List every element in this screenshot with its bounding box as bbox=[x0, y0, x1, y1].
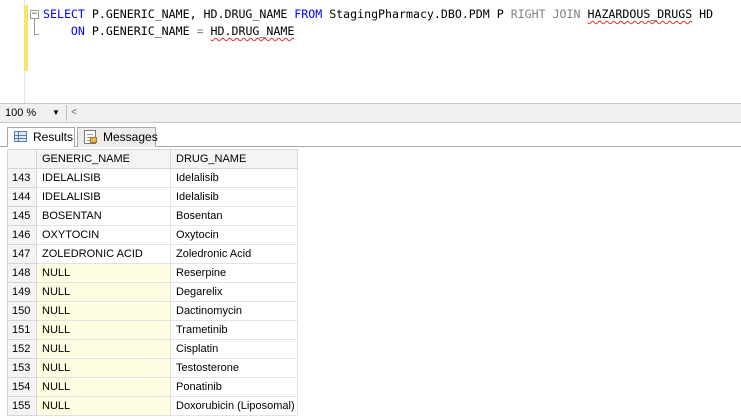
table-row[interactable]: 146 OXYTOCIN Oxytocin bbox=[7, 225, 298, 245]
cell-generic-name[interactable]: NULL bbox=[36, 263, 171, 283]
cell-drug-name[interactable]: Idelalisib bbox=[170, 187, 298, 207]
tab-messages-label: Messages bbox=[103, 130, 158, 144]
row-number[interactable]: 147 bbox=[7, 244, 37, 264]
results-grid-area: GENERIC_NAME DRUG_NAME 143 IDELALISIB Idel… bbox=[0, 147, 741, 419]
row-number[interactable]: 150 bbox=[7, 301, 37, 321]
table-row[interactable]: 154 NULL Ponatinib bbox=[7, 377, 298, 397]
result-tabs: Results Messages bbox=[0, 123, 741, 148]
table-row[interactable]: 151 NULL Trametinib bbox=[7, 320, 298, 340]
keyword-from: FROM bbox=[294, 7, 323, 21]
cell-generic-name[interactable]: BOSENTAN bbox=[36, 206, 171, 226]
cell-generic-name[interactable]: NULL bbox=[36, 339, 171, 359]
table-row[interactable]: 155 NULL Doxorubicin (Liposomal) bbox=[7, 396, 298, 416]
cell-generic-name[interactable]: NULL bbox=[36, 301, 171, 321]
messages-icon bbox=[84, 130, 97, 144]
scroll-left-button[interactable]: < bbox=[66, 105, 81, 121]
table-row[interactable]: 144 IDELALISIB Idelalisib bbox=[7, 187, 298, 207]
table-row[interactable]: 153 NULL Testosterone bbox=[7, 358, 298, 378]
row-number[interactable]: 151 bbox=[7, 320, 37, 340]
cell-drug-name[interactable]: Oxytocin bbox=[170, 225, 298, 245]
cell-drug-name[interactable]: Bosentan bbox=[170, 206, 298, 226]
cell-generic-name[interactable]: IDELALISIB bbox=[36, 168, 171, 188]
grid-icon bbox=[14, 131, 27, 142]
table-row[interactable]: 143 IDELALISIB Idelalisib bbox=[7, 168, 298, 188]
tab-results[interactable]: Results bbox=[7, 127, 75, 148]
table-row[interactable]: 150 NULL Dactinomycin bbox=[7, 301, 298, 321]
row-number-header[interactable] bbox=[7, 149, 37, 169]
row-number[interactable]: 153 bbox=[7, 358, 37, 378]
collapse-toggle-icon[interactable]: − bbox=[30, 10, 39, 19]
cell-generic-name[interactable]: NULL bbox=[36, 377, 171, 397]
zoom-bar: 100 % ▼ < bbox=[0, 103, 741, 123]
row-number[interactable]: 143 bbox=[7, 168, 37, 188]
cell-generic-name[interactable]: NULL bbox=[36, 320, 171, 340]
tab-messages[interactable]: Messages bbox=[77, 127, 158, 147]
results-body: 143 IDELALISIB Idelalisib 144 IDELALISIB Idel… bbox=[7, 168, 298, 416]
zoom-level[interactable]: 100 % bbox=[5, 107, 36, 119]
equals-operator: = bbox=[196, 24, 204, 38]
table-row[interactable]: 148 NULL Reserpine bbox=[7, 263, 298, 283]
row-number[interactable]: 152 bbox=[7, 339, 37, 359]
cell-generic-name[interactable]: NULL bbox=[36, 358, 171, 378]
keyword-on: ON bbox=[70, 24, 85, 38]
row-number[interactable]: 146 bbox=[7, 225, 37, 245]
source-table: StagingPharmacy.DBO.PDM P bbox=[322, 7, 511, 21]
cell-generic-name[interactable]: OXYTOCIN bbox=[36, 225, 171, 245]
join-left-operand: P.GENERIC_NAME bbox=[84, 24, 197, 38]
joined-alias: HD bbox=[692, 7, 714, 21]
keyword-select: SELECT bbox=[43, 7, 85, 21]
cell-drug-name[interactable]: Reserpine bbox=[170, 263, 298, 283]
header-row: GENERIC_NAME DRUG_NAME bbox=[7, 149, 298, 169]
cell-drug-name[interactable]: Cisplatin bbox=[170, 339, 298, 359]
join-right-operand: HD.DRUG_NAME bbox=[210, 24, 295, 38]
row-number[interactable]: 155 bbox=[7, 396, 37, 416]
cell-drug-name[interactable]: Doxorubicin (Liposomal) bbox=[170, 396, 298, 416]
cell-drug-name[interactable]: Dactinomycin bbox=[170, 301, 298, 321]
cell-drug-name[interactable]: Testosterone bbox=[170, 358, 298, 378]
table-row[interactable]: 149 NULL Degarelix bbox=[7, 282, 298, 302]
joined-table: HAZARDOUS_DRUGS bbox=[587, 7, 693, 21]
column-header-drug-name[interactable]: DRUG_NAME bbox=[170, 149, 298, 169]
table-row[interactable]: 145 BOSENTAN Bosentan bbox=[7, 206, 298, 226]
editor-margin bbox=[0, 0, 25, 103]
table-row[interactable]: 147 ZOLEDRONIC ACID Zoledronic Acid bbox=[7, 244, 298, 264]
column-header-generic-name[interactable]: GENERIC_NAME bbox=[36, 149, 171, 169]
cell-generic-name[interactable]: IDELALISIB bbox=[36, 187, 171, 207]
query-editor[interactable]: − SELECT P.GENERIC_NAME, HD.DRUG_NAME FR… bbox=[0, 0, 741, 103]
select-columns: P.GENERIC_NAME, HD.DRUG_NAME bbox=[84, 7, 295, 21]
cell-drug-name[interactable]: Ponatinib bbox=[170, 377, 298, 397]
row-number[interactable]: 154 bbox=[7, 377, 37, 397]
cell-generic-name[interactable]: NULL bbox=[36, 282, 171, 302]
cell-drug-name[interactable]: Idelalisib bbox=[170, 168, 298, 188]
row-number[interactable]: 144 bbox=[7, 187, 37, 207]
code-line-2[interactable]: ON P.GENERIC_NAME = HD.DRUG_NAME bbox=[43, 23, 294, 39]
tab-results-label: Results bbox=[33, 130, 74, 144]
fold-end bbox=[34, 34, 39, 35]
keyword-right-join: RIGHT JOIN bbox=[510, 7, 581, 21]
code-line-1[interactable]: SELECT P.GENERIC_NAME, HD.DRUG_NAME FROM… bbox=[43, 6, 713, 22]
results-grid[interactable]: GENERIC_NAME DRUG_NAME 143 IDELALISIB Idel… bbox=[7, 149, 298, 416]
row-number[interactable]: 148 bbox=[7, 263, 37, 283]
zoom-dropdown-icon[interactable]: ▼ bbox=[52, 108, 60, 117]
cell-drug-name[interactable]: Zoledronic Acid bbox=[170, 244, 298, 264]
cell-generic-name[interactable]: ZOLEDRONIC ACID bbox=[36, 244, 171, 264]
change-tracking-bar bbox=[24, 5, 28, 71]
row-number[interactable]: 149 bbox=[7, 282, 37, 302]
row-number[interactable]: 145 bbox=[7, 206, 37, 226]
cell-drug-name[interactable]: Degarelix bbox=[170, 282, 298, 302]
cell-drug-name[interactable]: Trametinib bbox=[170, 320, 298, 340]
fold-line bbox=[34, 19, 35, 35]
cell-generic-name[interactable]: NULL bbox=[36, 396, 171, 416]
table-row[interactable]: 152 NULL Cisplatin bbox=[7, 339, 298, 359]
